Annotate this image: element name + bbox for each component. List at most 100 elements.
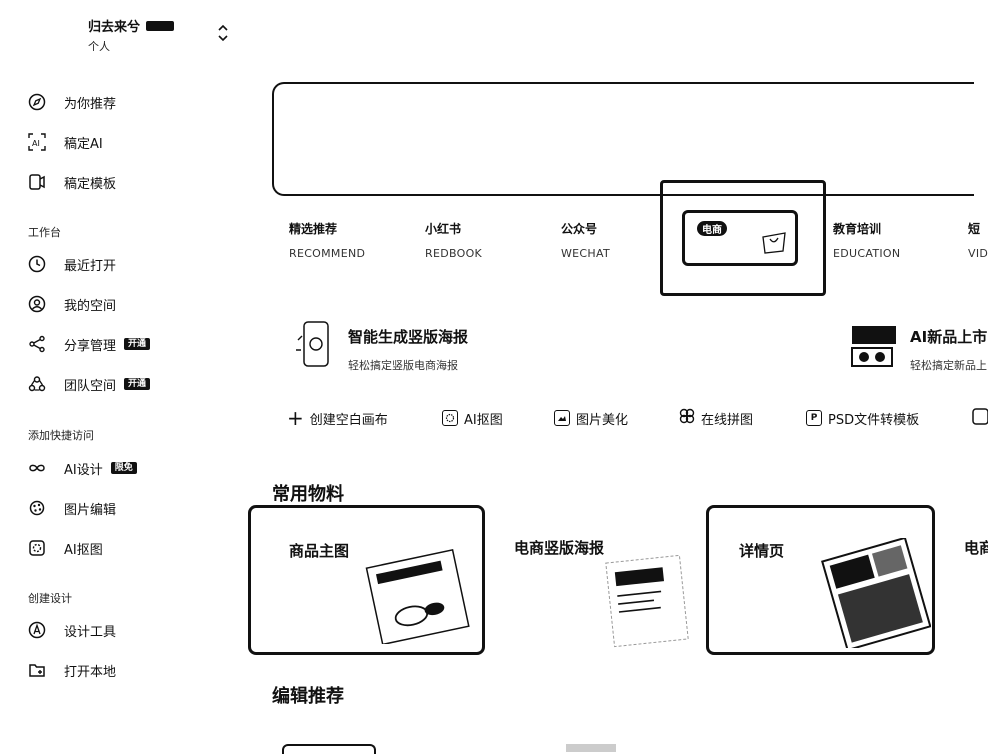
psd-icon: P — [806, 410, 822, 426]
share-icon — [26, 333, 48, 355]
poster-thumbnail — [605, 554, 689, 648]
clock-icon — [26, 253, 48, 275]
account-type: 个人 — [88, 40, 110, 53]
card-title: 商品主图 — [289, 542, 350, 560]
category-tab-video[interactable]: 短 VID — [968, 220, 988, 260]
nav-label: 稿定模板 — [64, 176, 117, 192]
folder-add-icon — [26, 659, 48, 681]
cutout-icon — [26, 537, 48, 559]
nav-ai-design[interactable]: AI设计 限免 — [26, 454, 137, 482]
nav-my-space[interactable]: 我的空间 — [26, 290, 116, 318]
brush-icon — [26, 497, 48, 519]
nav-team-space[interactable]: 团队空间 开通 — [26, 370, 151, 398]
nav-open-local[interactable]: 打开本地 — [26, 656, 116, 684]
promo-title: 智能生成竖版海报 — [348, 328, 469, 346]
svg-text:AI: AI — [32, 139, 40, 148]
nav-label: 我的空间 — [64, 298, 117, 314]
compass-icon — [26, 91, 48, 113]
poster-illustration-icon — [296, 321, 329, 367]
account-switcher[interactable]: 归去来兮 个人 — [30, 14, 240, 56]
nav-label: 最近打开 — [64, 258, 117, 274]
open-badge: 开通 — [124, 378, 151, 390]
category-en: VID — [968, 247, 988, 260]
nav-ai-cutout[interactable]: AI抠图 — [26, 534, 103, 562]
more-tool-icon[interactable] — [972, 408, 988, 426]
user-circle-icon — [26, 293, 48, 315]
ai-cutout-tool-button[interactable]: AI抠图 — [442, 408, 503, 428]
nav-design-tool[interactable]: 设计工具 — [26, 616, 116, 644]
tool-label: 在线拼图 — [701, 412, 754, 428]
create-blank-canvas-button[interactable]: + 创建空白画布 — [287, 408, 388, 428]
category-en: REDBOOK — [425, 247, 483, 260]
nav-share-manage[interactable]: 分享管理 开通 — [26, 330, 151, 358]
ai-icon: AI — [26, 131, 48, 153]
card-title: 电商 — [964, 539, 988, 557]
category-tab-recommend[interactable]: 精选推荐 RECOMMEND — [289, 220, 365, 260]
team-icon — [26, 373, 48, 395]
cutout-icon — [442, 410, 458, 426]
section-title-quick-access: 添加快捷访问 — [28, 429, 94, 442]
account-badge — [146, 20, 175, 31]
material-card-vertical-poster[interactable]: 电商竖版海报 — [488, 505, 700, 655]
sidebar: 归去来兮 个人 为你推荐 AI 稿定AI 稿定模板 工作台 最近打开 我的空间 … — [0, 0, 248, 752]
category-tab-ecommerce[interactable]: 电商 — [660, 180, 826, 296]
nav-gaoding-template[interactable]: 稿定模板 — [26, 168, 116, 196]
card-title: 详情页 — [739, 542, 785, 560]
promo-subtitle: 轻松搞定竖版电商海报 — [348, 359, 458, 372]
promo-ai-new-product[interactable]: AI新品上市 轻松搞定新品上 — [850, 320, 988, 372]
category-zh: 公众号 — [561, 222, 598, 236]
material-card-ecommerce[interactable]: 电商 — [940, 505, 988, 655]
nav-recent[interactable]: 最近打开 — [26, 250, 116, 278]
avatar — [30, 16, 76, 52]
category-zh: 小红书 — [425, 222, 462, 236]
nav-gaoding-ai[interactable]: AI 稿定AI — [26, 128, 103, 156]
category-tab-wechat[interactable]: 公众号 WECHAT — [561, 220, 610, 260]
psd-to-template-button[interactable]: P PSD文件转模板 — [806, 408, 919, 428]
design-tool-icon — [26, 619, 48, 641]
free-badge: 限免 — [110, 462, 137, 474]
section-heading-common-materials: 常用物料 — [272, 484, 344, 505]
category-zh: 短 — [968, 222, 981, 236]
nav-label: 设计工具 — [64, 624, 117, 640]
card-title: 电商竖版海报 — [514, 539, 605, 557]
section-title-workbench: 工作台 — [28, 226, 61, 239]
nav-label: 团队空间 — [64, 378, 117, 394]
category-en: WECHAT — [561, 247, 610, 260]
collage-tool-button[interactable]: 在线拼图 — [679, 408, 753, 428]
editor-pick-thumbnail[interactable] — [282, 744, 376, 754]
chevron-updown-icon[interactable] — [216, 22, 230, 48]
nav-label: AI抠图 — [64, 542, 103, 558]
material-card-detail-page[interactable]: 详情页 — [706, 505, 935, 655]
category-tab-redbook[interactable]: 小红书 REDBOOK — [425, 220, 482, 260]
open-badge: 开通 — [124, 338, 151, 350]
promo-vertical-poster[interactable]: 智能生成竖版海报 轻松搞定竖版电商海报 — [294, 320, 614, 372]
ecommerce-tag: 电商 — [697, 221, 727, 236]
category-en: EDUCATION — [833, 247, 901, 260]
collage-icon — [679, 408, 695, 428]
section-heading-editor-picks: 编辑推荐 — [272, 686, 344, 707]
promo-title: AI新品上市 — [910, 328, 988, 346]
nav-image-edit[interactable]: 图片编辑 — [26, 494, 116, 522]
nav-label: 打开本地 — [64, 664, 117, 680]
image-enhance-tool-button[interactable]: 图片美化 — [554, 408, 628, 428]
nav-recommend[interactable]: 为你推荐 — [26, 88, 116, 116]
nav-label: 分享管理 — [64, 338, 117, 354]
tool-label: 创建空白画布 — [309, 412, 388, 428]
promo-subtitle: 轻松搞定新品上 — [910, 359, 987, 372]
section-title-create-design: 创建设计 — [28, 592, 72, 605]
category-en: RECOMMEND — [289, 247, 366, 260]
new-product-illustration-icon — [851, 326, 896, 367]
material-card-main-image[interactable]: 商品主图 — [248, 505, 485, 655]
shopping-bag-icon — [762, 232, 786, 254]
editor-pick-thumbnail[interactable] — [566, 744, 616, 752]
hero-banner[interactable] — [272, 82, 974, 196]
nav-label: 为你推荐 — [64, 96, 117, 112]
account-name: 归去来兮 — [88, 20, 141, 35]
category-tab-education[interactable]: 教育培训 EDUCATION — [833, 220, 900, 260]
tool-label: 图片美化 — [576, 412, 629, 428]
category-zh: 精选推荐 — [289, 222, 338, 236]
template-icon — [26, 171, 48, 193]
tool-label: AI抠图 — [464, 412, 503, 428]
plus-icon: + — [287, 406, 304, 430]
nav-label: AI设计 — [64, 462, 103, 478]
